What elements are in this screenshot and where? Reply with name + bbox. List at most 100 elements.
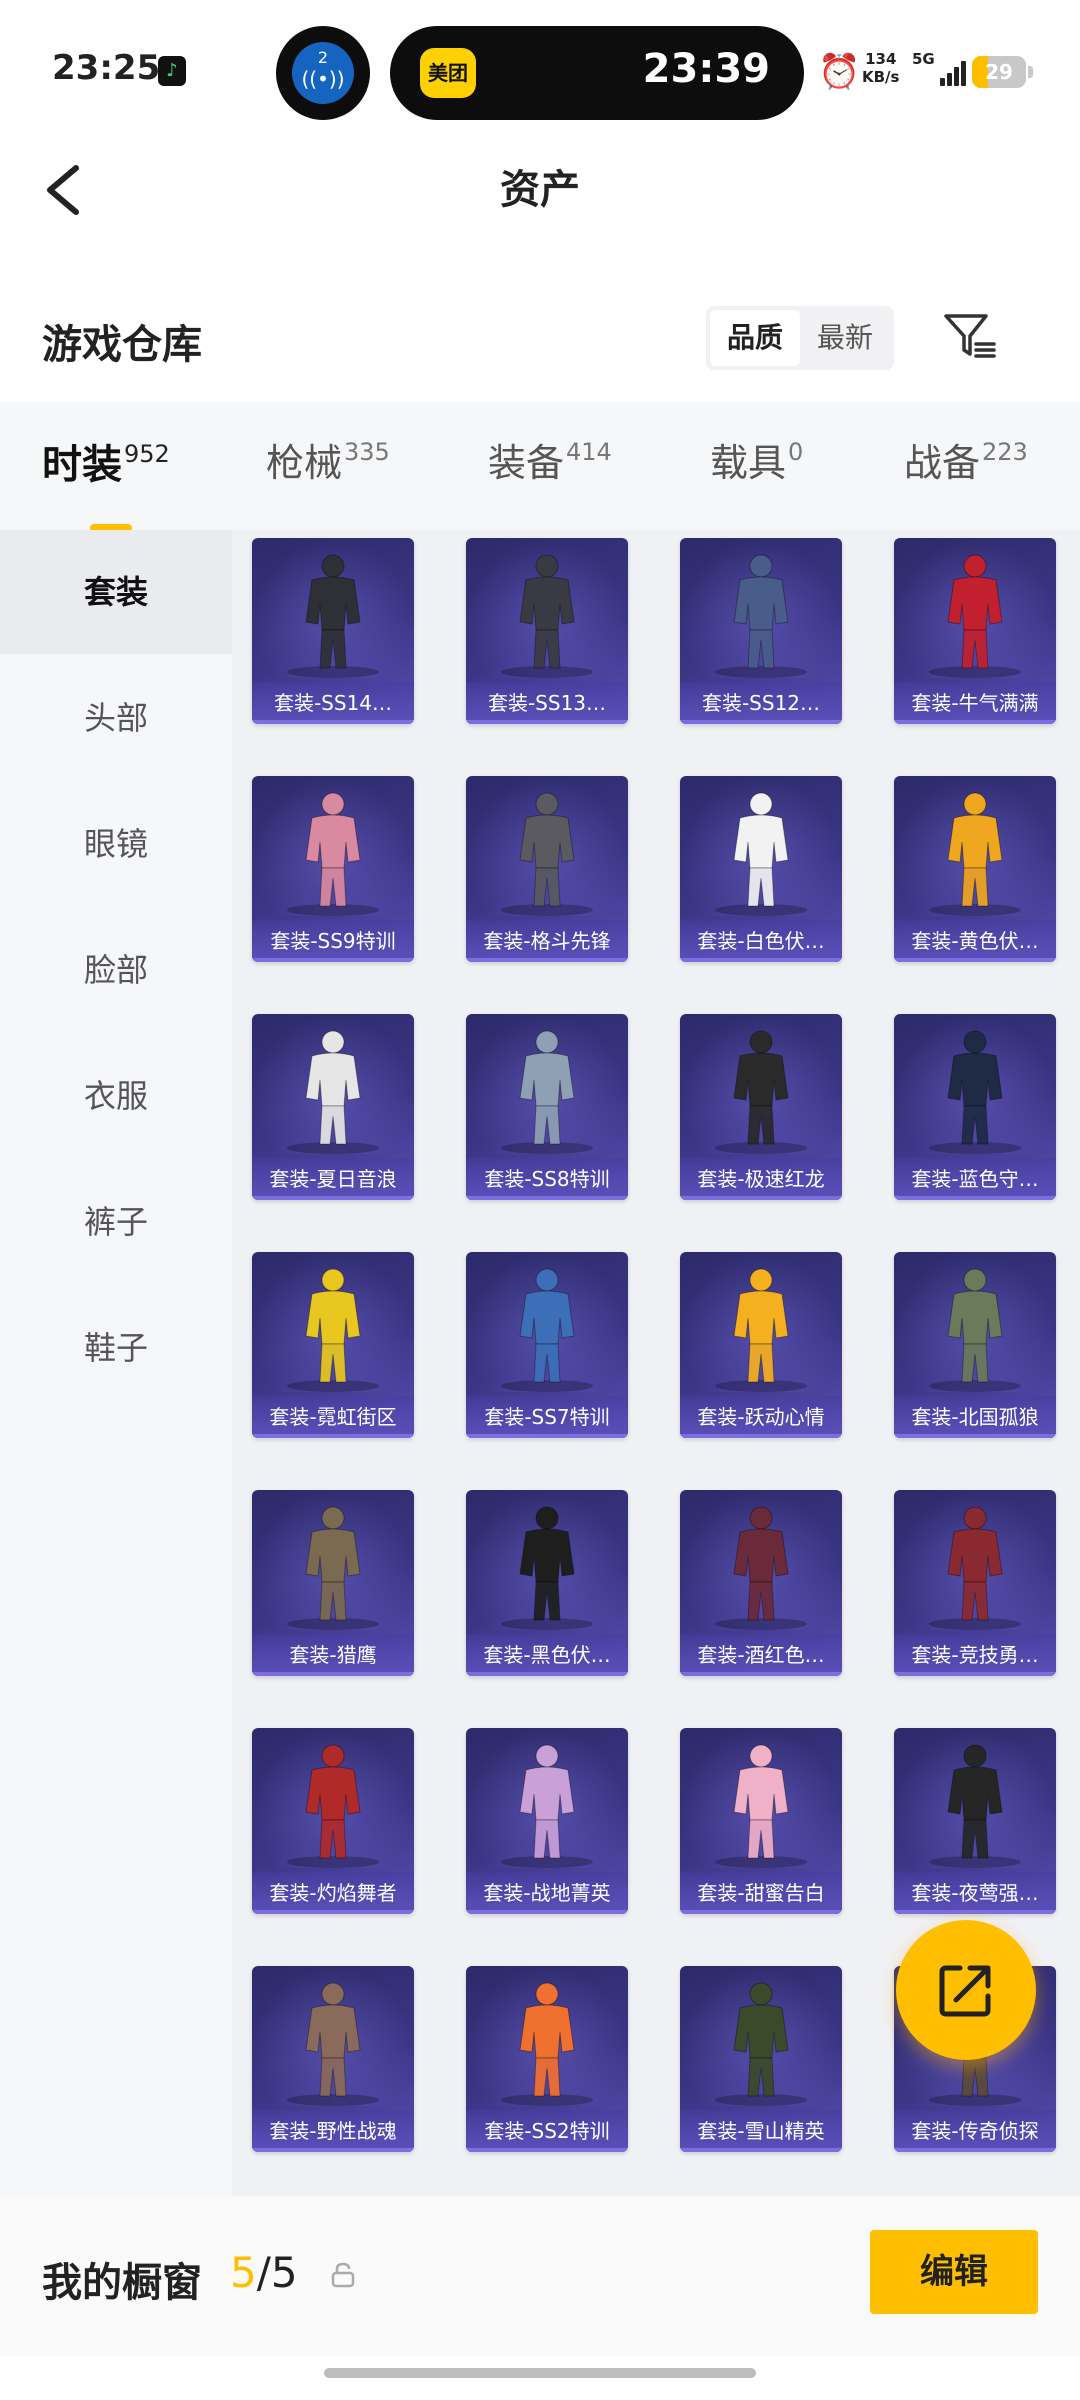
outfit-card[interactable]: 套装-夜莺强…	[894, 1728, 1056, 1914]
outfit-name: 套装-霓虹街区	[252, 1396, 414, 1438]
sidebar-item-head[interactable]: 头部	[0, 656, 232, 780]
outfit-name: 套装-SS9特训	[252, 920, 414, 962]
tab-battle-gear[interactable]: 战备223	[904, 432, 1028, 512]
outfit-figure-icon	[929, 554, 1021, 678]
outfit-figure-icon	[501, 1982, 593, 2106]
outfit-name: 套装-战地菁英	[466, 1872, 628, 1914]
alarm-icon: ⏰	[818, 52, 861, 92]
outfit-card[interactable]: 套装-SS13…	[466, 538, 628, 724]
category-tabs: 时装952 枪械335 装备414 载具0 战备223	[0, 402, 1080, 532]
outfit-name: 套装-极速红龙	[680, 1158, 842, 1200]
sidebar-item-clothes[interactable]: 衣服	[0, 1034, 232, 1158]
tab-vehicles[interactable]: 载具0	[710, 432, 803, 512]
outfit-card[interactable]: 套装-SS14…	[252, 538, 414, 724]
outfit-figure-icon	[501, 1030, 593, 1154]
header: 资产	[0, 140, 1080, 240]
dynamic-island[interactable]: 美团 23:39	[390, 26, 804, 120]
outfit-name: 套装-蓝色守…	[894, 1158, 1056, 1200]
tab-guns[interactable]: 枪械335	[266, 432, 390, 512]
signal-icon	[940, 58, 970, 86]
tab-count: 0	[788, 438, 804, 466]
edit-button[interactable]: 编辑	[870, 2230, 1038, 2314]
outfit-name: 套装-SS14…	[252, 682, 414, 724]
outfit-figure-icon	[501, 1506, 593, 1630]
outfit-name: 套装-灼焰舞者	[252, 1872, 414, 1914]
outfit-figure-icon	[287, 1744, 379, 1868]
outfit-card[interactable]: 套装-SS7特训	[466, 1252, 628, 1438]
share-float-button[interactable]	[896, 1920, 1036, 2060]
home-indicator[interactable]	[324, 2368, 756, 2378]
showcase-bar: 我的橱窗 5/5 编辑	[0, 2196, 1080, 2356]
tab-equipment[interactable]: 装备414	[488, 432, 612, 512]
outfit-card[interactable]: 套装-黑色伏…	[466, 1490, 628, 1676]
outfit-figure-icon	[715, 1982, 807, 2106]
outfit-figure-icon	[287, 1030, 379, 1154]
outfit-card[interactable]: 套装-白色伏…	[680, 776, 842, 962]
outfit-figure-icon	[501, 1744, 593, 1868]
outfit-figure-icon	[287, 554, 379, 678]
broadcast-icon: 2 ((•))	[292, 42, 354, 104]
tab-count: 952	[124, 440, 170, 468]
outfit-figure-icon	[715, 554, 807, 678]
outfit-card[interactable]: 套装-北国孤狼	[894, 1252, 1056, 1438]
outfit-name: 套装-格斗先锋	[466, 920, 628, 962]
music-app-icon: ♪	[158, 56, 186, 86]
sidebar-item-shoes[interactable]: 鞋子	[0, 1286, 232, 1410]
outfit-name: 套装-传奇侦探	[894, 2110, 1056, 2152]
outfit-card[interactable]: 套装-猎鹰	[252, 1490, 414, 1676]
outfit-card[interactable]: 套装-格斗先锋	[466, 776, 628, 962]
outfit-card[interactable]: 套装-战地菁英	[466, 1728, 628, 1914]
outfit-card[interactable]: 套装-夏日音浪	[252, 1014, 414, 1200]
share-icon	[939, 1965, 991, 2017]
outfit-card[interactable]: 套装-牛气满满	[894, 538, 1056, 724]
outfit-figure-icon	[287, 1268, 379, 1392]
outfit-name: 套装-野性战魂	[252, 2110, 414, 2152]
outfit-name: 套装-黄色伏…	[894, 920, 1056, 962]
outfit-card[interactable]: 套装-霓虹街区	[252, 1252, 414, 1438]
outfit-card[interactable]: 套装-SS2特训	[466, 1966, 628, 2152]
outfit-card[interactable]: 套装-酒红色…	[680, 1490, 842, 1676]
status-time: 23:25	[52, 48, 161, 88]
outfit-name: 套装-北国孤狼	[894, 1396, 1056, 1438]
outfit-name: 套装-酒红色…	[680, 1634, 842, 1676]
outfit-figure-icon	[501, 1268, 593, 1392]
outfit-name: 套装-夜莺强…	[894, 1872, 1056, 1914]
filter-icon[interactable]	[940, 306, 1000, 366]
outfit-figure-icon	[715, 1268, 807, 1392]
outfit-figure-icon	[287, 1982, 379, 2106]
outfit-figure-icon	[929, 1744, 1021, 1868]
floating-bubble[interactable]: 2 ((•))	[276, 26, 370, 120]
outfit-name: 套装-牛气满满	[894, 682, 1056, 724]
outfit-figure-icon	[715, 1744, 807, 1868]
warehouse-title: 游戏仓库	[42, 322, 202, 368]
outfit-name: 套装-夏日音浪	[252, 1158, 414, 1200]
sidebar-item-glasses[interactable]: 眼镜	[0, 782, 232, 906]
outfit-figure-icon	[501, 792, 593, 916]
outfit-card[interactable]: 套装-跃动心情	[680, 1252, 842, 1438]
outfit-figure-icon	[715, 1506, 807, 1630]
sidebar-item-pants[interactable]: 裤子	[0, 1160, 232, 1284]
lock-icon	[330, 2262, 356, 2288]
sort-newest-option[interactable]: 最新	[800, 310, 890, 366]
outfit-card[interactable]: 套装-SS8特训	[466, 1014, 628, 1200]
outfit-card[interactable]: 套装-极速红龙	[680, 1014, 842, 1200]
outfit-name: 套装-竞技勇…	[894, 1634, 1056, 1676]
outfit-figure-icon	[715, 1030, 807, 1154]
outfit-card[interactable]: 套装-野性战魂	[252, 1966, 414, 2152]
outfit-card[interactable]: 套装-灼焰舞者	[252, 1728, 414, 1914]
bubble-number: 2	[317, 48, 329, 67]
outfit-card[interactable]: 套装-SS12…	[680, 538, 842, 724]
status-bar: 23:25 ♪ 2 ((•)) 美团 23:39 ⏰ 134 KB/s 5G 2…	[0, 0, 1080, 140]
outfit-card[interactable]: 套装-黄色伏…	[894, 776, 1056, 962]
outfit-card[interactable]: 套装-SS9特训	[252, 776, 414, 962]
sidebar-item-suits[interactable]: 套装	[0, 530, 232, 654]
outfit-card[interactable]: 套装-竞技勇…	[894, 1490, 1056, 1676]
sidebar-item-face[interactable]: 脸部	[0, 908, 232, 1032]
tab-count: 414	[566, 438, 612, 466]
outfit-name: 套装-黑色伏…	[466, 1634, 628, 1676]
sort-quality-option[interactable]: 品质	[710, 310, 800, 366]
tab-fashion[interactable]: 时装952	[42, 432, 170, 532]
outfit-card[interactable]: 套装-甜蜜告白	[680, 1728, 842, 1914]
outfit-card[interactable]: 套装-雪山精英	[680, 1966, 842, 2152]
outfit-card[interactable]: 套装-蓝色守…	[894, 1014, 1056, 1200]
